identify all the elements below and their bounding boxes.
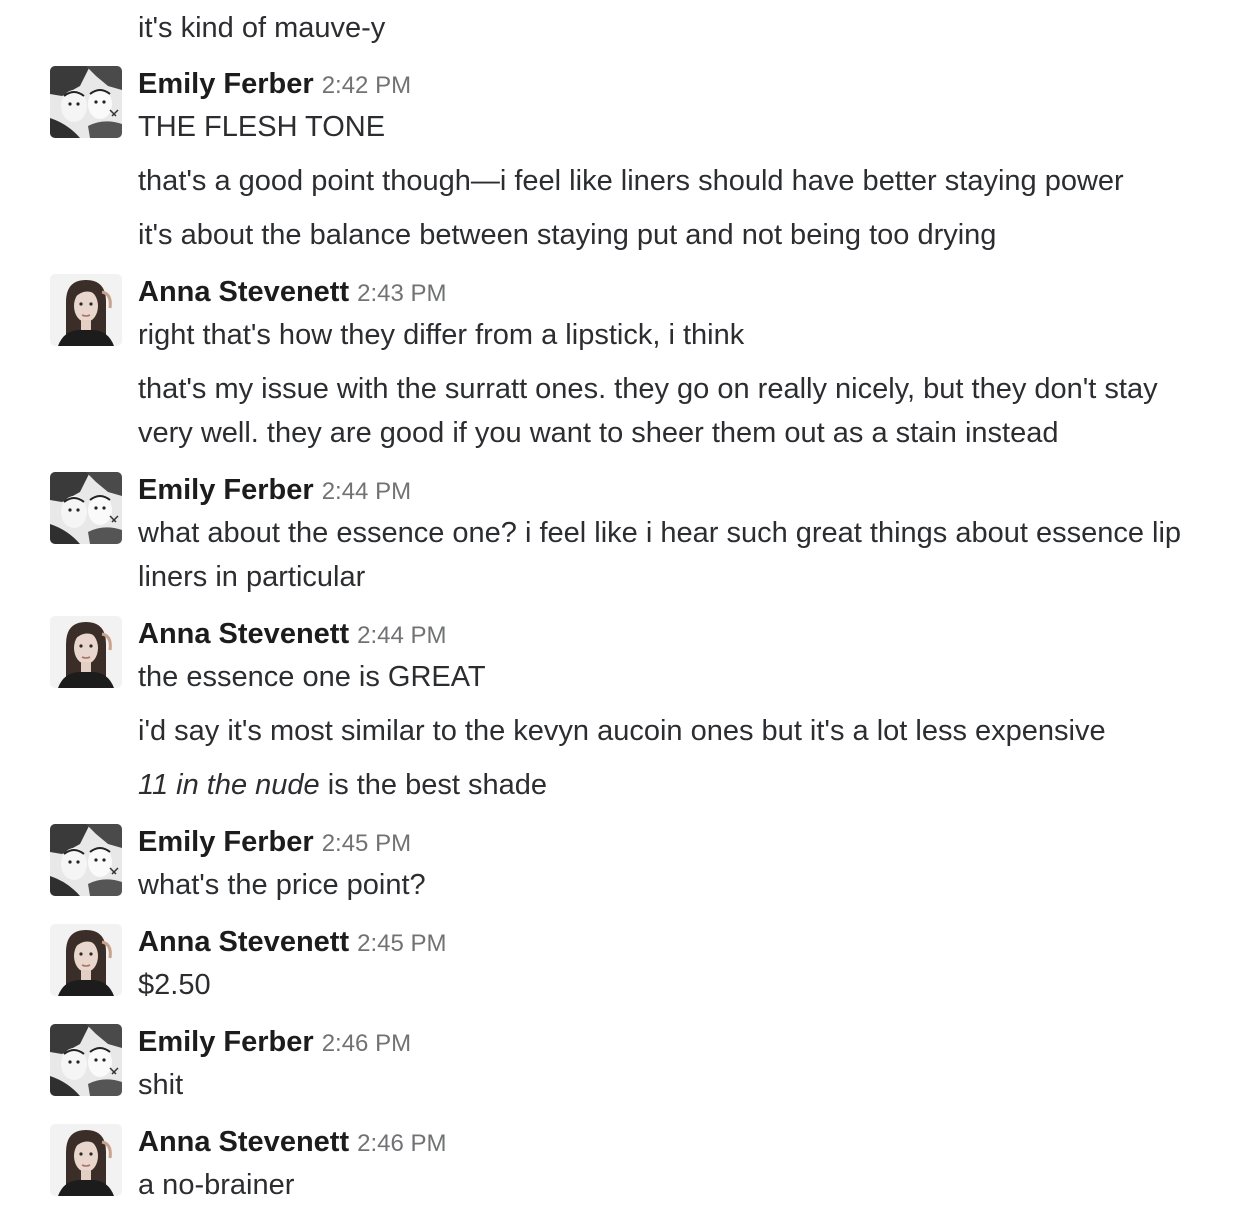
message-text: THE FLESH TONE [138, 111, 386, 143]
message-header: Emily Ferber 2:44 PM [138, 470, 411, 510]
message-text: 11 in the nude is the best shade [138, 763, 1208, 807]
emily-ferber-avatar-icon[interactable] [50, 824, 122, 896]
message-text: it's kind of mauve-y [138, 12, 386, 44]
author-name[interactable]: Emily Ferber [138, 826, 314, 858]
timestamp[interactable]: 2:45 PM [322, 830, 411, 857]
author-name[interactable]: Emily Ferber [138, 474, 314, 506]
message-text: right that's how they differ from a lips… [138, 319, 745, 351]
message-header: Anna Stevenett 2:43 PM [138, 272, 447, 312]
anna-stevenett-avatar-icon[interactable] [50, 1124, 122, 1196]
author-name[interactable]: Anna Stevenett [138, 618, 349, 650]
message-text: what about the essence one? i feel like … [138, 517, 1182, 593]
message-text: $2.50 [138, 969, 211, 1001]
shade-name: 11 in the nude [138, 769, 320, 801]
author-name[interactable]: Anna Stevenett [138, 926, 349, 958]
message-header: Anna Stevenett 2:45 PM [138, 922, 447, 962]
emily-ferber-avatar-icon[interactable] [50, 1024, 122, 1096]
message-text: that's my issue with the surratt ones. t… [138, 373, 1158, 449]
message-header: Emily Ferber 2:46 PM [138, 1022, 411, 1062]
shade-text: is the best shade [319, 769, 548, 801]
timestamp[interactable]: 2:46 PM [357, 1130, 446, 1157]
emily-ferber-avatar-icon[interactable] [50, 66, 122, 138]
author-name[interactable]: Anna Stevenett [138, 276, 349, 308]
timestamp[interactable]: 2:42 PM [322, 72, 411, 99]
timestamp[interactable]: 2:44 PM [322, 478, 411, 505]
anna-stevenett-avatar-icon[interactable] [50, 616, 122, 688]
author-name[interactable]: Emily Ferber [138, 68, 314, 100]
timestamp[interactable]: 2:45 PM [357, 930, 446, 957]
message-header: Anna Stevenett 2:46 PM [138, 1122, 447, 1162]
message-header: Emily Ferber 2:42 PM [138, 64, 411, 104]
message-header: Emily Ferber 2:45 PM [138, 822, 411, 862]
author-name[interactable]: Anna Stevenett [138, 1126, 349, 1158]
message-text: it's about the balance between staying p… [138, 219, 997, 251]
message-text: i'd say it's most similar to the kevyn a… [138, 715, 1106, 747]
message-text: that's a good point though—i feel like l… [138, 165, 1124, 197]
message-text: a no-brainer [138, 1169, 295, 1201]
timestamp[interactable]: 2:44 PM [357, 622, 446, 649]
timestamp[interactable]: 2:43 PM [357, 280, 446, 307]
message-text: the essence one is GREAT [138, 661, 486, 693]
timestamp[interactable]: 2:46 PM [322, 1030, 411, 1057]
message-text: shit [138, 1069, 184, 1101]
anna-stevenett-avatar-icon[interactable] [50, 924, 122, 996]
author-name[interactable]: Emily Ferber [138, 1026, 314, 1058]
emily-ferber-avatar-icon[interactable] [50, 472, 122, 544]
message-text: what's the price point? [138, 869, 426, 901]
anna-stevenett-avatar-icon[interactable] [50, 274, 122, 346]
message-header: Anna Stevenett 2:44 PM [138, 614, 447, 654]
